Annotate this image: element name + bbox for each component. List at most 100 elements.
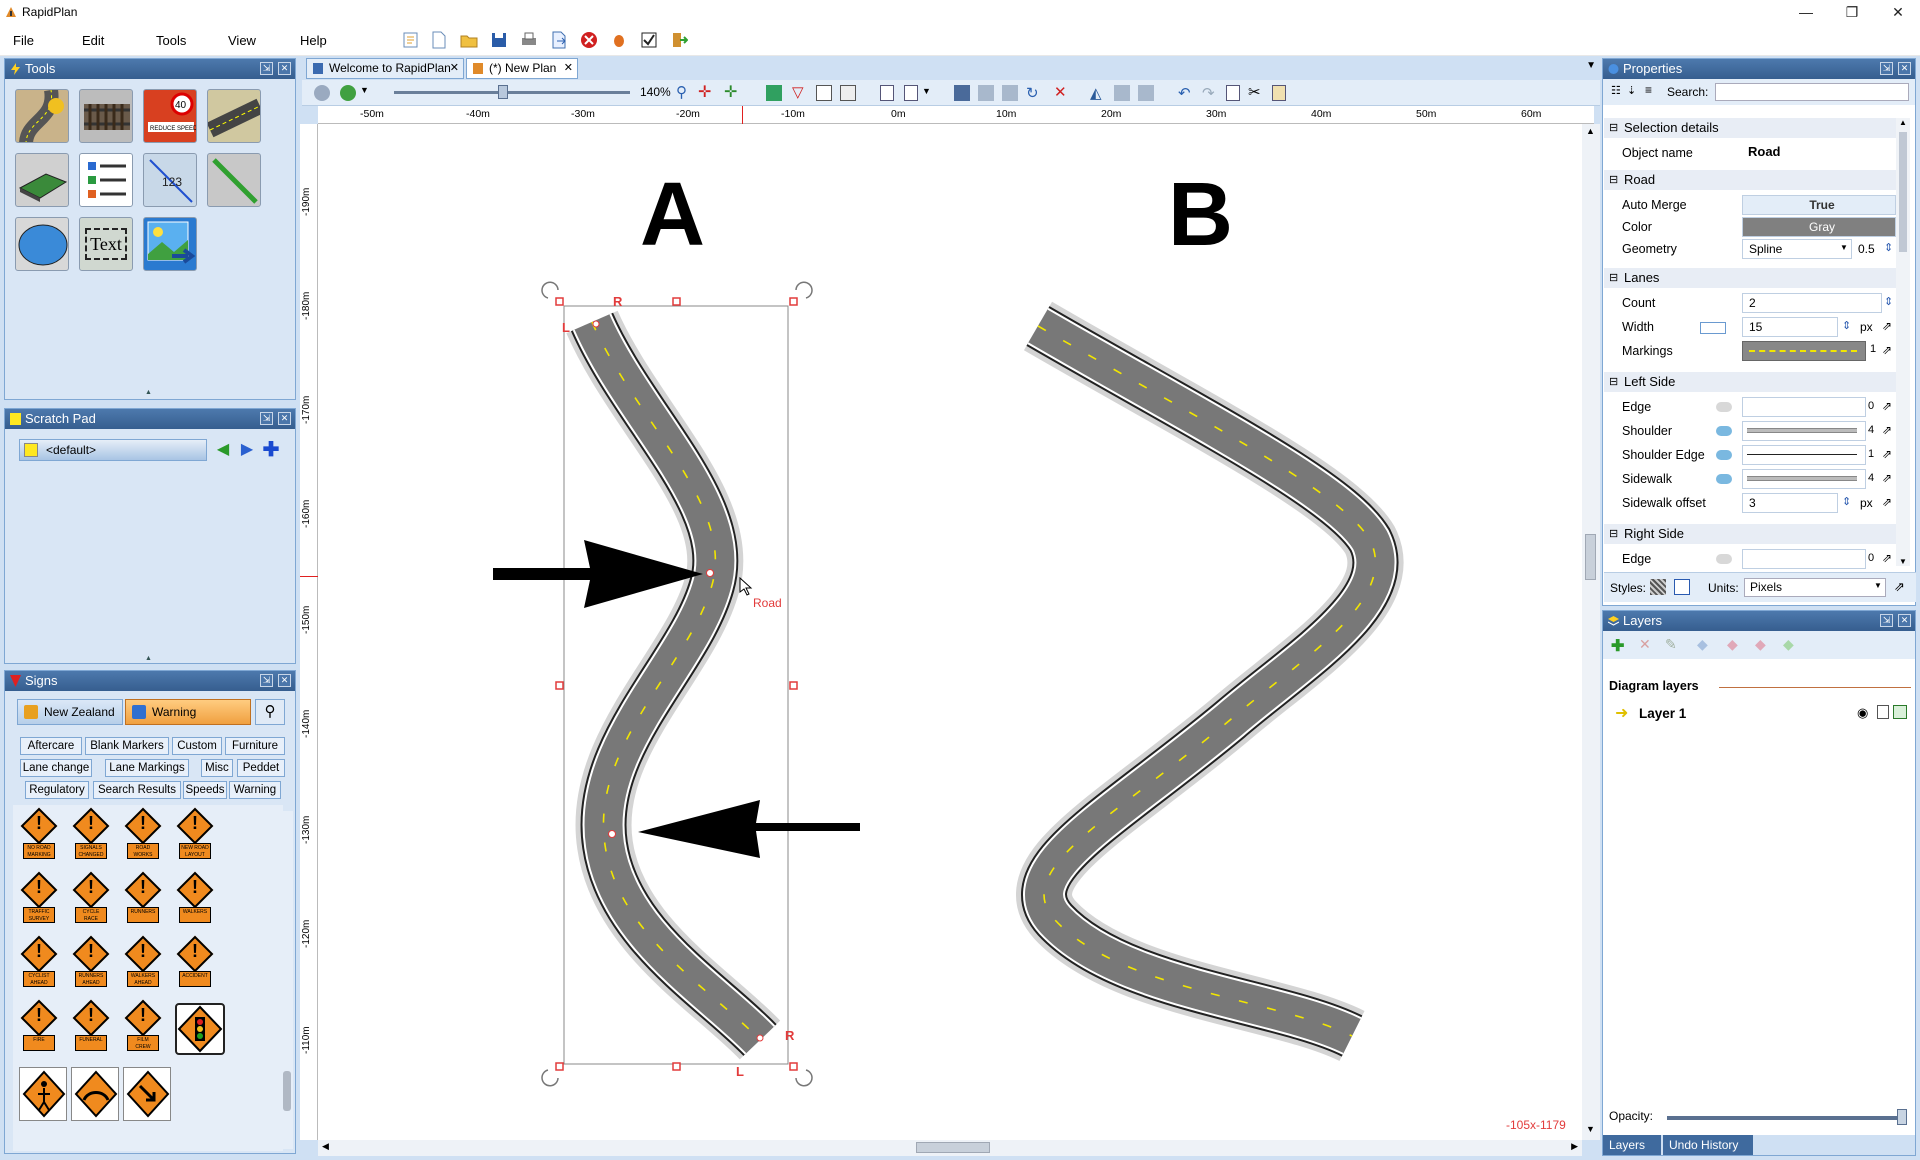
grid-icon[interactable]: [840, 85, 856, 101]
layer-copy-icon[interactable]: ◆: [1783, 636, 1794, 653]
sidewalk-toggle[interactable]: [1716, 474, 1732, 484]
edge-toggle[interactable]: [1716, 402, 1732, 412]
sign-pedestrian[interactable]: [19, 1067, 67, 1121]
spin-icon[interactable]: ⇕: [1884, 295, 1893, 308]
scroll-left-icon[interactable]: ◀: [322, 1141, 329, 1152]
chip-misc[interactable]: Misc: [201, 759, 233, 777]
resize-grip[interactable]: ▲: [145, 655, 152, 662]
measure-tool[interactable]: 123: [143, 153, 197, 207]
close-icon[interactable]: ✕: [278, 62, 291, 75]
right-edge-toggle[interactable]: [1716, 554, 1732, 564]
tab-layers[interactable]: Layers: [1603, 1135, 1661, 1155]
close-tab-icon[interactable]: ✕: [450, 59, 459, 78]
vertical-scrollbar[interactable]: ▲ ▼: [1582, 124, 1600, 1140]
sidewalk-swatch[interactable]: [1742, 469, 1866, 489]
warning-sign[interactable]: ! RUNNERS AHEAD: [71, 935, 111, 993]
sign-curve[interactable]: [123, 1067, 171, 1121]
edit-layer-icon[interactable]: ✎: [1665, 636, 1677, 653]
pin-icon[interactable]: ⇲: [260, 674, 273, 687]
refresh-icon[interactable]: [340, 85, 356, 101]
geometry-select[interactable]: Spline: [1742, 239, 1852, 259]
background-image-icon[interactable]: [766, 85, 782, 101]
properties-scroll-thumb[interactable]: [1899, 132, 1907, 252]
link-icon[interactable]: ⇗: [1882, 447, 1892, 461]
markings-value[interactable]: 1: [1866, 343, 1880, 359]
chip-regulatory[interactable]: Regulatory: [25, 781, 89, 799]
warning-sign[interactable]: ! SIGNALS CHANGED: [71, 807, 111, 865]
geometry-dropdown-icon[interactable]: ▼: [1840, 243, 1848, 252]
scroll-down-icon[interactable]: ▼: [1586, 1124, 1595, 1134]
control-point[interactable]: [756, 1034, 764, 1042]
new-wizard-icon[interactable]: [402, 31, 420, 49]
tension-value[interactable]: 0.5: [1858, 242, 1875, 256]
open-folder-icon[interactable]: [460, 31, 478, 49]
width-input[interactable]: 15: [1742, 317, 1838, 337]
shoulder-value[interactable]: 4: [1868, 424, 1874, 436]
delete-layer-icon[interactable]: ✕: [1639, 636, 1651, 653]
page-icon[interactable]: [880, 85, 894, 101]
spin-icon[interactable]: ⇕: [1884, 241, 1893, 254]
remove-icon[interactable]: ✕: [1054, 83, 1067, 101]
warning-sign[interactable]: ! CYCLIST AHEAD: [19, 935, 59, 993]
color-value[interactable]: Gray: [1742, 217, 1896, 237]
rotate-icon[interactable]: ↻: [1026, 84, 1039, 102]
visibility-eye-icon[interactable]: ◉: [1857, 705, 1868, 721]
list-icon[interactable]: [816, 85, 832, 101]
minimize-button[interactable]: —: [1786, 2, 1826, 22]
text-tool[interactable]: Text: [79, 217, 133, 271]
rail-tool[interactable]: [79, 89, 133, 143]
right-edge-swatch[interactable]: [1742, 549, 1866, 569]
menu-edit[interactable]: Edit: [82, 33, 104, 48]
undo-icon[interactable]: ↶: [1178, 84, 1191, 102]
close-icon[interactable]: ✕: [278, 412, 291, 425]
control-point[interactable]: [706, 569, 714, 577]
line-tool[interactable]: [207, 153, 261, 207]
layer-up-icon[interactable]: ◆: [1697, 636, 1708, 653]
legend-tool[interactable]: [79, 153, 133, 207]
drawing-canvas[interactable]: A B Road R L R L -105x-1179: [318, 124, 1582, 1140]
shoulder-edge-value[interactable]: 1: [1868, 448, 1874, 460]
warning-sign[interactable]: ! CYCLE RACE: [71, 871, 111, 929]
shoulder-edge-toggle[interactable]: [1716, 450, 1732, 460]
warning-sign[interactable]: ! WALKERS: [175, 871, 215, 929]
layer-row[interactable]: ➜ Layer 1 ◉: [1609, 703, 1909, 725]
zoom-slider-thumb[interactable]: [498, 85, 508, 99]
shoulder-edge-swatch[interactable]: [1742, 445, 1866, 465]
bug-icon[interactable]: [610, 31, 628, 49]
maximize-button[interactable]: ❐: [1832, 2, 1872, 22]
anchor-icon[interactable]: ✛: [724, 82, 737, 102]
section-road[interactable]: Road: [1604, 170, 1900, 190]
link-icon[interactable]: ⇗: [1882, 495, 1892, 509]
scroll-down-icon[interactable]: ▼: [1899, 557, 1907, 566]
globe-icon[interactable]: [314, 85, 330, 101]
control-point[interactable]: [592, 320, 600, 328]
vertical-scroll-thumb[interactable]: [1585, 534, 1596, 580]
pin-icon[interactable]: ⇲: [260, 412, 273, 425]
link-icon[interactable]: ⇗: [1882, 343, 1892, 357]
edge-value[interactable]: 0: [1868, 400, 1874, 412]
move-icon[interactable]: ✛: [698, 82, 711, 102]
image-tool[interactable]: [143, 217, 197, 271]
refresh-dropdown-icon[interactable]: ▼: [360, 85, 369, 95]
close-icon[interactable]: ✕: [1898, 614, 1911, 627]
straight-road-tool[interactable]: [207, 89, 261, 143]
ellipse-tool[interactable]: [15, 217, 69, 271]
warning-sign[interactable]: ! TRAFFIC SURVEY: [19, 871, 59, 929]
region-tab-new-zealand[interactable]: New Zealand: [17, 699, 123, 725]
warning-sign[interactable]: ! RUNNERS: [123, 871, 163, 929]
menu-file[interactable]: File: [13, 33, 34, 48]
horizontal-scroll-thumb[interactable]: [916, 1142, 990, 1153]
section-lanes[interactable]: Lanes: [1604, 268, 1900, 288]
categorized-icon[interactable]: ☷: [1611, 84, 1621, 97]
layer-down-icon[interactable]: ◆: [1727, 636, 1738, 653]
style-editor-icon[interactable]: [1674, 579, 1690, 595]
link-icon[interactable]: ⇗: [1882, 471, 1892, 485]
cut-icon[interactable]: ✂: [1248, 83, 1261, 101]
styles-icon[interactable]: [1650, 579, 1666, 595]
new-document-icon[interactable]: [430, 31, 448, 49]
chip-blank-markers[interactable]: Blank Markers: [85, 737, 169, 755]
units-dropdown-icon[interactable]: ▼: [1874, 581, 1882, 590]
scroll-up-icon[interactable]: ▲: [1899, 118, 1907, 127]
link-icon[interactable]: ⇗: [1882, 551, 1892, 565]
add-layer-icon[interactable]: ✚: [1611, 636, 1624, 656]
